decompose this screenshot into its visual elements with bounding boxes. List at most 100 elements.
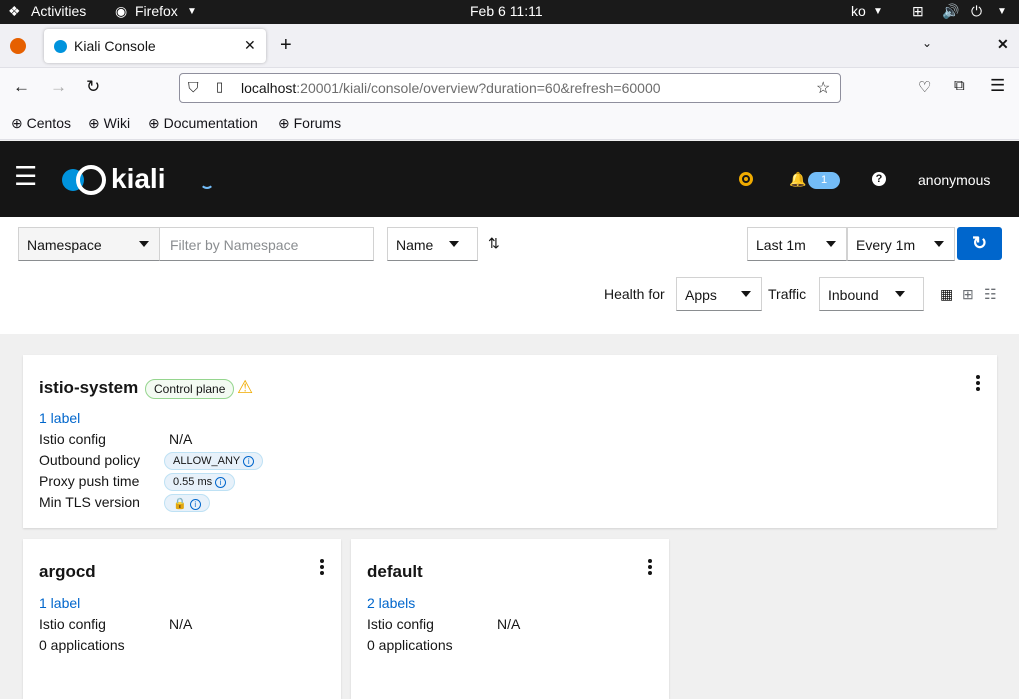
kiali-logo-icon[interactable] [62,165,106,195]
hamburger-menu-icon[interactable]: ☰ [14,163,37,189]
user-menu[interactable]: anonymous [918,172,990,188]
proxy-push-time-label: Proxy push time [39,473,140,489]
input-method[interactable]: ko [851,3,866,19]
system-top-bar: ❖ Activities ◉ Firefox ▼ Feb 6 11:11 ko … [0,0,1019,24]
pocket-icon[interactable]: ♡ [918,78,931,96]
namespace-card-argocd: argocd 1 label Istio config N/A 0 applic… [23,539,341,699]
filter-type-select[interactable]: Namespace [18,227,160,261]
istio-config-value: N/A [169,431,193,447]
bookmarks-bar: ⊕ Centos ⊕ Wiki ⊕ Documentation ⊕ Forums [0,108,1019,140]
tab-strip: Kiali Console ✕ + ⌄ ✕ [0,24,1019,68]
refresh-interval-value: Every 1m [856,237,916,253]
card-kebab-menu[interactable] [648,559,652,577]
bookmark-wiki[interactable]: ⊕ Wiki [88,115,130,132]
url-host: localhost [241,80,297,96]
caret-down-icon [826,241,836,247]
istio-config-label: Istio config [39,431,106,447]
tab-kiali-console[interactable]: Kiali Console ✕ [44,29,266,63]
labels-link[interactable]: 2 labels [367,595,415,611]
bookmark-label: Wiki [103,115,131,131]
refresh-interval-select[interactable]: Every 1m [847,227,955,261]
namespace-card-default: default 2 labels Istio config N/A 0 appl… [351,539,669,699]
labels-link[interactable]: 1 label [39,410,80,426]
list-tabs-icon[interactable]: ⌄ [922,36,932,50]
min-tls-version-label: Min TLS version [39,494,140,510]
caret-down-icon [139,241,149,247]
istio-config-value: N/A [169,616,193,632]
reload-icon[interactable]: ↻ [86,77,100,97]
volume-icon[interactable]: 🔊 [942,3,959,20]
info-icon: i [189,498,201,510]
caret-down-icon [895,291,905,297]
info-icon: i [243,455,255,467]
applications-count: 0 applications [367,637,453,653]
loading-spinner [200,175,214,189]
activities-button[interactable]: Activities [31,3,86,19]
namespace-title[interactable]: argocd [39,562,96,582]
network-icon[interactable]: ⊞ [912,3,924,20]
menu-icon[interactable]: ☰ [990,76,1005,96]
control-plane-badge: Control plane [145,379,235,399]
nav-bar: ← → ↻ ⛉ ▯ localhost:20001/kiali/console/… [0,68,1019,108]
lock-icon: 🔒 [173,498,187,510]
list-view-icon[interactable]: ☷ [984,286,997,303]
app-menu[interactable]: Firefox [135,3,178,19]
forward-icon[interactable]: → [50,77,67,97]
info-icon: i [215,476,227,488]
card-kebab-menu[interactable] [320,559,324,577]
firefox-app-icon: ◉ [115,3,128,19]
duration-select[interactable]: Last 1m [747,227,847,261]
bookmark-label: Forums [293,115,342,131]
outbound-policy-badge[interactable]: ALLOW_ANY i [164,452,264,470]
sort-field-select[interactable]: Name [387,227,478,261]
warning-icon[interactable]: ⚠ [237,377,253,398]
activities-icon[interactable]: ❖ [8,3,21,20]
bell-icon[interactable]: 🔔 [789,171,806,188]
firefox-view-icon[interactable] [10,38,26,54]
filter-namespace-input[interactable]: Filter by Namespace [159,227,374,261]
namespace-title[interactable]: istio-system [39,378,138,398]
card-kebab-menu[interactable] [976,375,980,393]
back-icon[interactable]: ← [13,77,30,97]
close-window-icon[interactable]: ✕ [997,36,1009,53]
proxy-push-time-value: 0.55 ms [173,476,213,488]
traffic-direction-select[interactable]: Inbound [819,277,924,311]
expanded-view-icon[interactable]: ▦ [940,286,953,303]
power-icon[interactable]: ⏻ [971,3,982,20]
istio-status-icon[interactable] [739,172,753,186]
close-tab-icon[interactable]: ✕ [244,37,256,54]
compact-view-icon[interactable]: ⊞ [962,286,974,303]
shield-icon[interactable]: ⛉ [188,79,199,96]
page-info-icon[interactable]: ▯ [216,79,223,95]
bookmark-forums[interactable]: ⊕ Forums [278,115,341,132]
health-for-label: Health for [604,286,665,302]
traffic-label: Traffic [768,286,807,302]
caret-down-icon [741,291,751,297]
bookmark-centos[interactable]: ⊕ Centos [11,115,71,132]
filter-type-value: Namespace [27,237,102,253]
new-tab-icon[interactable]: + [280,34,292,57]
notification-count-badge[interactable]: 1 [808,172,840,189]
bookmark-label: Documentation [163,115,258,131]
clock[interactable]: Feb 6 11:11 [470,3,543,19]
sort-direction-icon[interactable]: ⇅ [488,235,500,252]
bookmark-documentation[interactable]: ⊕ Documentation [148,115,258,132]
health-for-select[interactable]: Apps [676,277,762,311]
istio-config-value: N/A [497,616,521,632]
bookmark-star-icon[interactable]: ☆ [816,78,830,98]
min-tls-version-badge[interactable]: 🔒 i [164,494,210,512]
proxy-push-time-badge[interactable]: 0.55 ms i [164,473,236,491]
help-icon[interactable]: ? [872,172,886,186]
refresh-button[interactable]: ↻ [957,227,1002,260]
extensions-icon[interactable]: ⧉ [954,77,965,94]
logo-ring [76,165,106,195]
caret-down-icon [934,241,944,247]
labels-link[interactable]: 1 label [39,595,80,611]
istio-config-label: Istio config [367,616,434,632]
namespace-title[interactable]: default [367,562,423,582]
kiali-masthead: ☰ kiali 🔔 1 ? anonymous [0,141,1019,217]
kiali-favicon-icon [54,40,67,53]
url-bar[interactable]: ⛉ ▯ localhost:20001/kiali/console/overvi… [179,73,841,103]
istio-config-label: Istio config [39,616,106,632]
url-text[interactable]: localhost:20001/kiali/console/overview?d… [241,80,661,96]
